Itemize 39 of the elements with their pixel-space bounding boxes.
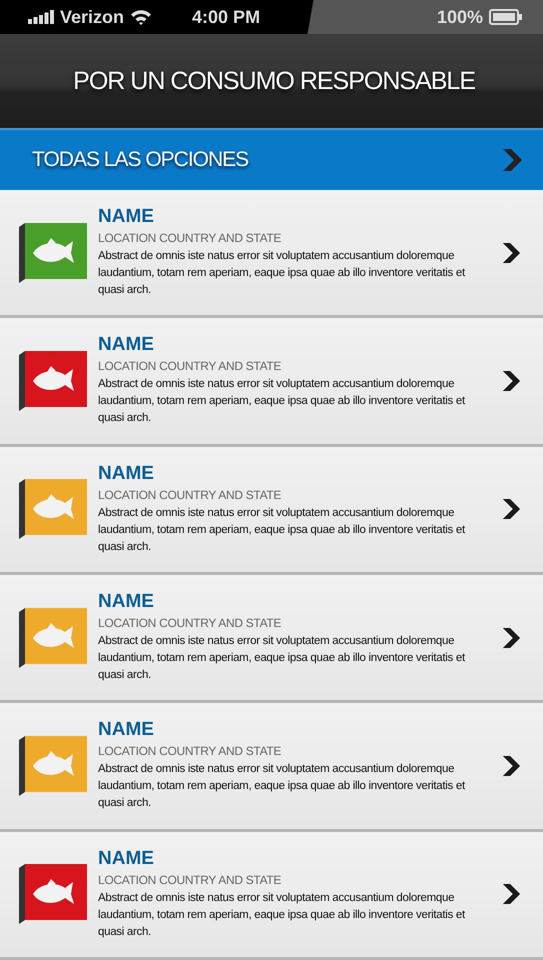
item-location: LOCATION COUNTRY AND STATE bbox=[98, 359, 282, 374]
item-location: LOCATION COUNTRY AND STATE bbox=[98, 744, 282, 758]
list-item[interactable]: NAME LOCATION COUNTRY AND STATE Abstract de omnis iste natus error sit voluptatem accusantium doloremque laudantium, totam rem aperiam, eaque ipsa quae ab illo inventore veritatis et quasi arch. bbox=[0, 703, 543, 832]
item-name: NAME bbox=[98, 848, 154, 870]
list-item[interactable]: NAME LOCATION COUNTRY AND STATE Abstract de omnis iste natus error sit voluptatem accusantium doloremque laudantium, totam rem aperiam, eaque ipsa quae ab illo inventore veritatis et quasi arch. bbox=[0, 574, 543, 704]
item-name: NAME bbox=[98, 591, 154, 614]
item-name: NAME bbox=[98, 719, 154, 742]
item-location: LOCATION COUNTRY AND STATE bbox=[98, 488, 282, 502]
item-description: Abstract de omnis iste natus error sit voluptatem accusantium doloremque laudantium, totam rem aperiam, eaque ipsa quae ab illo inventore veritatis et quasi arch. bbox=[98, 249, 466, 298]
item-name: NAME bbox=[98, 334, 154, 356]
battery-icon bbox=[489, 9, 523, 25]
list-item[interactable]: NAME LOCATION COUNTRY AND STATE Abstract de omnis iste natus error sit voluptatem accusantium doloremque laudantium, totam rem aperiam, eaque ipsa quae ab illo inventore veritatis et quasi arch. bbox=[0, 318, 543, 447]
item-description: Abstract de omnis iste natus error sit voluptatem accusantium doloremque laudantium, totam rem aperiam, eaque ipsa quae ab illo inventore veritatis et quasi arch. bbox=[98, 634, 466, 684]
item-location: LOCATION COUNTRY AND STATE bbox=[98, 231, 282, 246]
item-name: NAME bbox=[98, 206, 154, 228]
chevron-right-icon bbox=[501, 883, 521, 906]
carrier-name: Verizon bbox=[60, 6, 124, 28]
chevron-right-icon bbox=[501, 754, 521, 777]
chevron-right-icon bbox=[501, 626, 521, 649]
chevron-right-icon bbox=[501, 148, 523, 172]
item-location: LOCATION COUNTRY AND STATE bbox=[98, 616, 282, 630]
list-item[interactable]: NAME LOCATION COUNTRY AND STATE Abstract de omnis iste natus error sit voluptatem accusantium doloremque laudantium, totam rem aperiam, eaque ipsa quae ab illo inventore veritatis et quasi arch. bbox=[0, 832, 543, 960]
item-description: Abstract de omnis iste natus error sit voluptatem accusantium doloremque laudantium, totam rem aperiam, eaque ipsa quae ab illo inventore veritatis et quasi arch. bbox=[98, 890, 466, 940]
list-item[interactable]: NAME LOCATION COUNTRY AND STATE Abstract de omnis iste natus error sit voluptatem accusantium doloremque laudantium, totam rem aperiam, eaque ipsa quae ab illo inventore veritatis et quasi arch. bbox=[0, 446, 543, 575]
item-location: LOCATION COUNTRY AND STATE bbox=[98, 872, 282, 887]
wifi-icon bbox=[130, 9, 152, 25]
chevron-right-icon bbox=[501, 498, 521, 520]
app-title: POR UN CONSUMO RESPONSABLE bbox=[73, 66, 475, 96]
item-description: Abstract de omnis iste natus error sit voluptatem accusantium doloremque laudantium, totam rem aperiam, eaque ipsa quae ab illo inventore veritatis et quasi arch. bbox=[98, 762, 466, 812]
signal-icon bbox=[28, 10, 54, 24]
all-options-link[interactable]: TODAS LAS OPCIONES bbox=[0, 128, 543, 190]
item-description: Abstract de omnis iste natus error sit voluptatem accusantium doloremque laudantium, totam rem aperiam, eaque ipsa quae ab illo inventore veritatis et quasi arch. bbox=[98, 377, 466, 426]
battery-percent: 100% bbox=[436, 6, 483, 28]
list-item[interactable]: NAME LOCATION COUNTRY AND STATE Abstract de omnis iste natus error sit voluptatem accusantium doloremque laudantium, totam rem aperiam, eaque ipsa quae ab illo inventore veritatis et quasi arch. bbox=[0, 190, 543, 318]
chevron-right-icon bbox=[501, 370, 521, 392]
item-name: NAME bbox=[98, 462, 154, 485]
chevron-right-icon bbox=[501, 242, 521, 264]
clock-time: 4:00 PM bbox=[192, 6, 260, 28]
item-description: Abstract de omnis iste natus error sit voluptatem accusantium doloremque laudantium, totam rem aperiam, eaque ipsa quae ab illo inventore veritatis et quasi arch. bbox=[98, 506, 466, 555]
